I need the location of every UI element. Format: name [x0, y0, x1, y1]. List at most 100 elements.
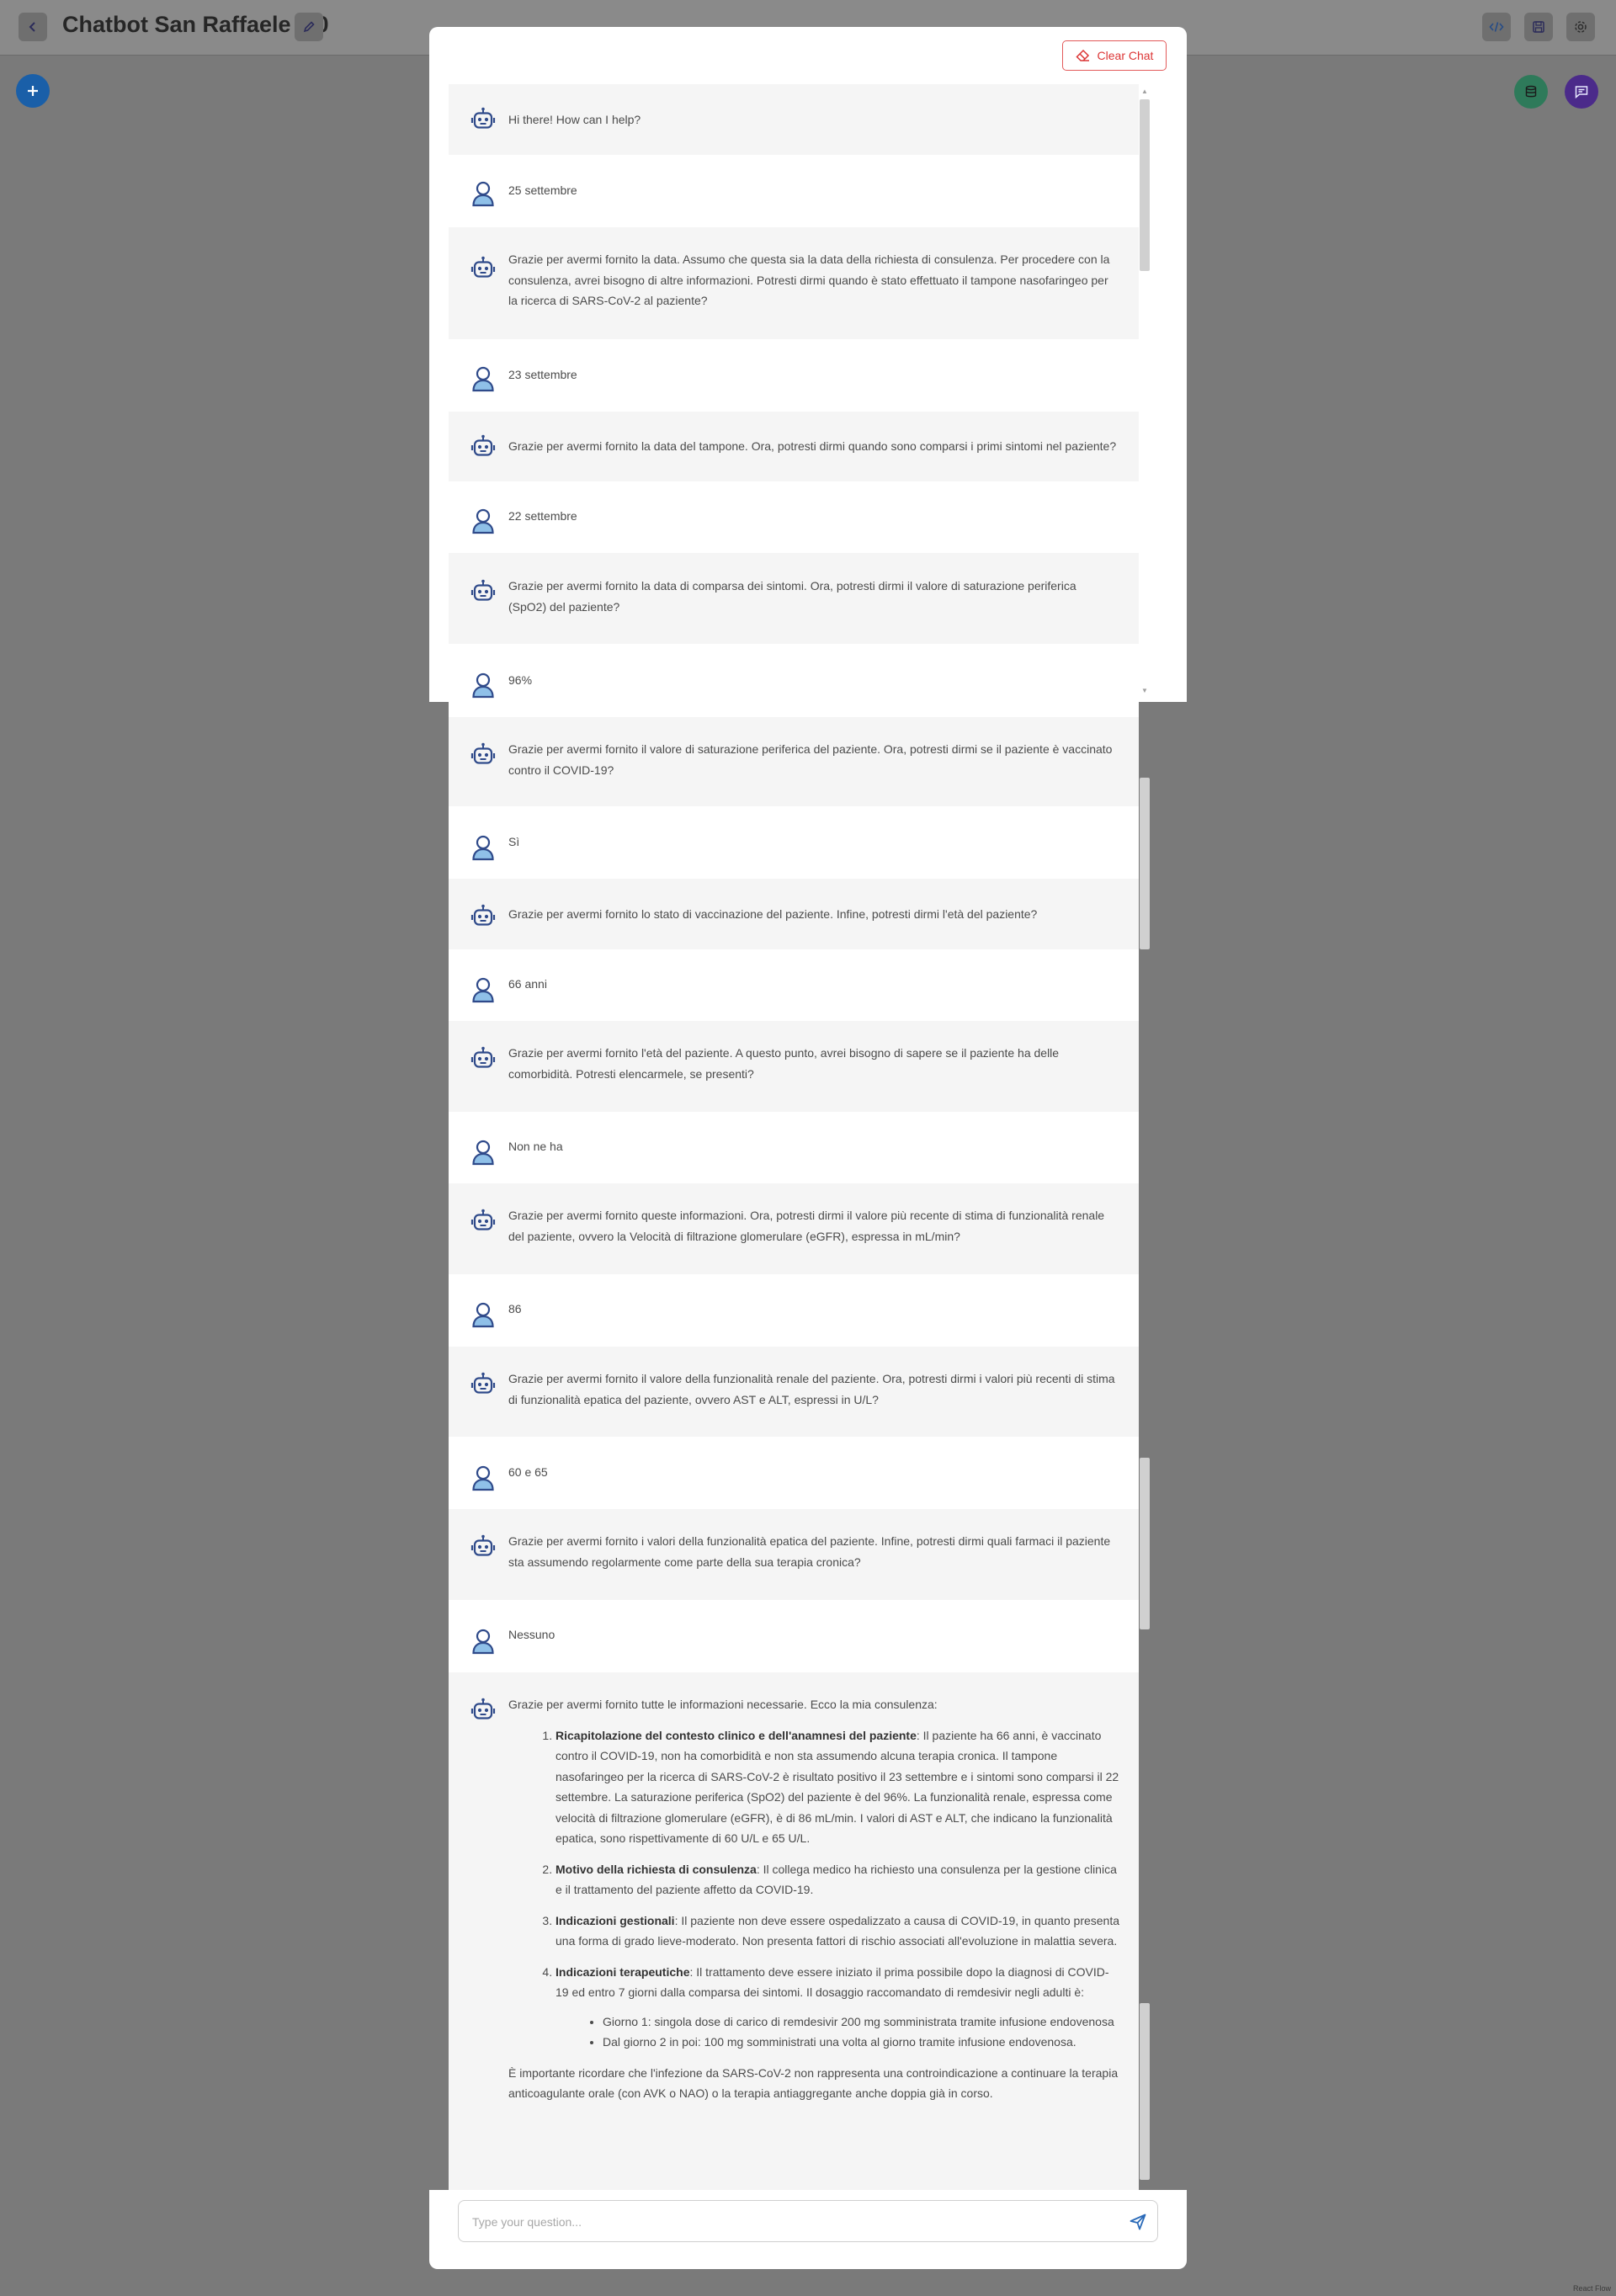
item-title: Indicazioni gestionali	[556, 1913, 675, 1927]
add-node-button[interactable]	[16, 74, 50, 108]
scrollbar-thumb[interactable]	[1140, 99, 1150, 271]
bot-avatar	[469, 1533, 497, 1561]
consultation-item: Indicazioni terapeutiche: Il trattamento…	[556, 1962, 1122, 2053]
chat-input[interactable]	[470, 2211, 1097, 2233]
item-text: : Il paziente ha 66 anni, è vaccinato co…	[556, 1728, 1119, 1846]
user-avatar	[469, 1138, 497, 1167]
back-button[interactable]	[19, 13, 47, 41]
user-message: Nessuno	[449, 1600, 1139, 1672]
consultation-item: Motivo della richiesta di consulenza: Il…	[556, 1859, 1122, 1900]
user-avatar	[469, 1464, 497, 1492]
user-message: 86	[449, 1274, 1139, 1347]
user-message: 96%	[449, 644, 1139, 702]
bot-avatar	[469, 741, 497, 769]
save-icon	[1533, 21, 1544, 33]
clear-chat-label: Clear Chat	[1097, 49, 1154, 62]
bot-message: Grazie per avermi fornito la data. Assum…	[449, 227, 1139, 339]
user-icon	[472, 672, 494, 699]
scrollbar-thumb[interactable]	[1140, 2003, 1150, 2180]
consultation-text: Grazie per avermi fornito tutte le infor…	[508, 1694, 1122, 2104]
bot-message: Grazie per avermi fornito lo stato di va…	[449, 879, 1139, 949]
pencil-icon	[303, 21, 315, 33]
bot-message: Grazie per avermi fornito il valore dell…	[449, 1347, 1139, 1437]
bot-avatar	[469, 902, 497, 931]
bot-avatar	[469, 433, 497, 461]
message-text: Grazie per avermi fornito queste informa…	[508, 1209, 1105, 1243]
user-icon	[472, 1629, 494, 1655]
user-message: 23 settembre	[449, 339, 1139, 412]
message-text: Sì	[508, 835, 520, 848]
scrollbar-thumb[interactable]	[1140, 778, 1150, 949]
message-text: 25 settembre	[508, 183, 577, 197]
database-icon	[1525, 85, 1537, 98]
message-text: 22 settembre	[508, 509, 577, 523]
clear-chat-button[interactable]: Clear Chat	[1062, 40, 1167, 71]
plus-icon	[28, 86, 38, 96]
message-text: Nessuno	[508, 1628, 556, 1641]
robot-icon	[470, 256, 496, 278]
user-icon	[472, 366, 494, 392]
user-avatar	[469, 833, 497, 862]
code-button[interactable]	[1482, 13, 1511, 41]
message-text: Grazie per avermi fornito il valore dell…	[508, 1372, 1115, 1406]
message-text: Grazie per avermi fornito lo stato di va…	[508, 907, 1038, 921]
react-flow-attribution[interactable]: React Flow	[1573, 2284, 1611, 2293]
robot-icon	[470, 1698, 496, 1719]
message-text: 86	[508, 1302, 522, 1315]
send-button[interactable]	[1127, 2211, 1149, 2233]
user-avatar	[469, 507, 497, 535]
dosage-item: Giorno 1: singola dose di carico di remd…	[603, 2012, 1122, 2033]
bot-avatar	[469, 577, 497, 606]
edit-title-button[interactable]	[295, 13, 323, 41]
chat-toggle-button[interactable]	[1565, 75, 1598, 109]
bot-message: Grazie per avermi fornito la data del ta…	[449, 412, 1139, 481]
bot-message: Grazie per avermi fornito queste informa…	[449, 1183, 1139, 1274]
bot-avatar	[469, 1207, 497, 1236]
user-message: 66 anni	[449, 949, 1139, 1021]
bot-avatar	[469, 1370, 497, 1399]
send-icon	[1130, 2214, 1146, 2230]
message-text: Grazie per avermi fornito il valore di s…	[508, 742, 1113, 777]
chevron-left-icon	[29, 22, 35, 32]
user-icon	[472, 1465, 494, 1491]
bot-message: Grazie per avermi fornito la data di com…	[449, 553, 1139, 644]
scroll-up-arrow[interactable]: ▲	[1141, 88, 1148, 95]
user-avatar	[469, 975, 497, 1004]
bot-message: Grazie per avermi fornito i valori della…	[449, 1509, 1139, 1600]
message-text: 66 anni	[508, 977, 547, 991]
user-avatar	[469, 1627, 497, 1656]
scrollbar-thumb[interactable]	[1140, 1458, 1150, 1629]
consultation-outro: È importante ricordare che l'infezione d…	[508, 2065, 1119, 2101]
eraser-icon	[1075, 49, 1089, 61]
message-text: Grazie per avermi fornito l'età del pazi…	[508, 1046, 1060, 1081]
bot-consultation-message: Grazie per avermi fornito tutte le infor…	[449, 1672, 1139, 2190]
dosage-item: Dal giorno 2 in poi: 100 mg somministrat…	[603, 2032, 1122, 2053]
scroll-down-arrow[interactable]: ▼	[1141, 687, 1148, 694]
robot-icon	[470, 1046, 496, 1068]
robot-icon	[470, 1372, 496, 1394]
user-icon	[472, 1302, 494, 1328]
robot-icon	[470, 1209, 496, 1230]
user-avatar	[469, 1300, 497, 1329]
gear-icon	[1575, 21, 1587, 33]
robot-icon	[470, 1534, 496, 1556]
dosage-list: Giorno 1: singola dose di carico di remd…	[556, 2012, 1122, 2053]
user-message: Sì	[449, 806, 1139, 879]
consultation-intro: Grazie per avermi fornito tutte le infor…	[508, 1698, 938, 1711]
bot-avatar	[469, 254, 497, 283]
database-button[interactable]	[1514, 75, 1548, 109]
save-button[interactable]	[1524, 13, 1553, 41]
message-text: Grazie per avermi fornito i valori della…	[508, 1534, 1111, 1569]
bot-avatar	[469, 1044, 497, 1073]
flow-title: Chatbot San Raffaele 2.0	[62, 12, 329, 37]
user-avatar	[469, 671, 497, 699]
user-icon	[472, 181, 494, 207]
settings-button[interactable]	[1566, 13, 1595, 41]
consultation-item: Ricapitolazione del contesto clinico e d…	[556, 1725, 1122, 1849]
robot-icon	[470, 742, 496, 764]
bot-avatar	[469, 105, 497, 134]
user-avatar	[469, 364, 497, 393]
chat-icon	[1575, 86, 1588, 99]
robot-icon	[470, 579, 496, 601]
bot-message: Hi there! How can I help?	[449, 84, 1139, 155]
